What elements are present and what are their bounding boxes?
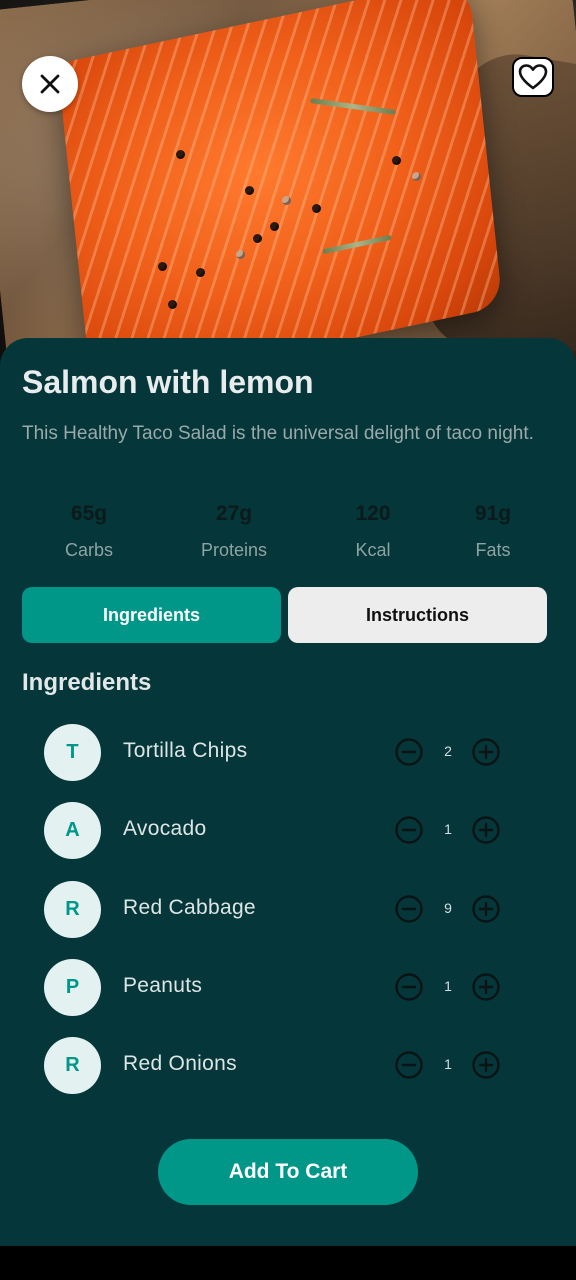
peppercorn xyxy=(312,204,321,213)
nutrition-label: Kcal xyxy=(355,540,391,560)
ingredient-name: Red Onions xyxy=(123,1052,237,1075)
peppercorn xyxy=(176,150,185,159)
nutrition-label: Proteins xyxy=(200,540,268,560)
plus-circle-icon[interactable] xyxy=(471,815,501,845)
nutrition-label: Carbs xyxy=(64,540,113,560)
nutrition-label: Fats xyxy=(475,540,511,560)
minus-circle-icon[interactable] xyxy=(394,972,424,1002)
ingredient-quantity: 2 xyxy=(444,743,452,759)
ingredient-name: Red Cabbage xyxy=(123,896,256,919)
peppercorn xyxy=(245,186,254,195)
ingredient-name: Avocado xyxy=(123,817,207,840)
plus-circle-icon[interactable] xyxy=(471,972,501,1002)
recipe-description: This Healthy Taco Salad is the universal… xyxy=(22,423,534,444)
nutrition-value: 120 xyxy=(355,502,391,525)
ingredient-row: P Peanuts 1 xyxy=(44,959,514,1017)
tab-ingredients[interactable]: Ingredients xyxy=(22,587,281,643)
ingredient-avatar: T xyxy=(44,724,101,781)
heart-outline-icon xyxy=(518,64,548,90)
ingredient-name: Peanuts xyxy=(123,974,203,997)
close-button[interactable] xyxy=(22,56,78,112)
peppercorn xyxy=(158,262,167,271)
minus-circle-icon[interactable] xyxy=(394,815,424,845)
peppercorn xyxy=(236,250,245,259)
ingredient-avatar: R xyxy=(44,1037,101,1094)
nutrition-value: 91g xyxy=(474,502,512,525)
ingredient-quantity: 1 xyxy=(444,821,452,837)
plus-circle-icon[interactable] xyxy=(471,1050,501,1080)
recipe-title: Salmon with lemon xyxy=(22,364,314,400)
nutrition-carbs: 65g Carbs xyxy=(24,502,154,561)
minus-circle-icon[interactable] xyxy=(394,737,424,767)
ingredient-quantity: 9 xyxy=(444,900,452,916)
peppercorn xyxy=(253,234,262,243)
nutrition-value: 27g xyxy=(215,502,253,525)
ingredient-row: A Avocado 1 xyxy=(44,802,514,860)
tab-instructions[interactable]: Instructions xyxy=(288,587,547,643)
ingredient-avatar: A xyxy=(44,802,101,859)
favorite-button[interactable] xyxy=(512,57,554,97)
ingredient-avatar: R xyxy=(44,881,101,938)
ingredient-row: T Tortilla Chips 2 xyxy=(44,724,514,782)
plus-circle-icon[interactable] xyxy=(471,894,501,924)
minus-circle-icon[interactable] xyxy=(394,1050,424,1080)
peppercorn xyxy=(392,156,401,165)
peppercorn xyxy=(196,268,205,277)
ingredient-quantity: 1 xyxy=(444,1056,452,1072)
ingredients-section-title: Ingredients xyxy=(22,669,152,696)
ingredient-row: R Red Cabbage 9 xyxy=(44,881,514,939)
system-navigation-bar xyxy=(0,1246,576,1280)
close-icon xyxy=(40,74,60,94)
nutrition-kcal: 120 Kcal xyxy=(308,502,438,561)
nutrition-fats: 91g Fats xyxy=(428,502,558,561)
recipe-detail-sheet: Salmon with lemon This Healthy Taco Sala… xyxy=(0,338,576,1246)
nutrition-value: 65g xyxy=(70,502,108,525)
recipe-hero-image xyxy=(0,0,576,380)
nutrition-proteins: 27g Proteins xyxy=(169,502,299,561)
ingredient-avatar: P xyxy=(44,959,101,1016)
plus-circle-icon[interactable] xyxy=(471,737,501,767)
add-to-cart-button[interactable]: Add To Cart xyxy=(158,1139,418,1205)
minus-circle-icon[interactable] xyxy=(394,894,424,924)
peppercorn xyxy=(270,222,279,231)
peppercorn xyxy=(282,196,291,205)
ingredient-row: R Red Onions 1 xyxy=(44,1037,514,1095)
peppercorn xyxy=(412,172,421,181)
peppercorn xyxy=(168,300,177,309)
ingredient-name: Tortilla Chips xyxy=(123,739,248,762)
ingredient-quantity: 1 xyxy=(444,978,452,994)
